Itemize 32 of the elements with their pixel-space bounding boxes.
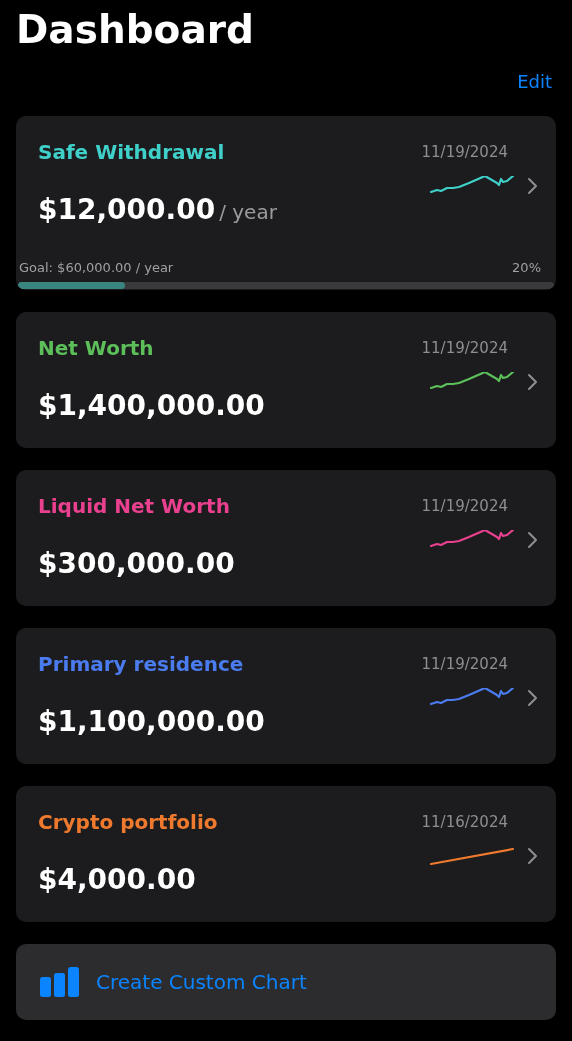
card-title: Crypto portfolio [38, 810, 218, 834]
chart-card[interactable]: Primary residence $1,100,000.00 11/19/2024 [16, 628, 556, 764]
chart-card[interactable]: Safe Withdrawal $12,000.00/ year 11/19/2024 Goal: $60,000.00 / year 20% [16, 116, 556, 290]
chart-card[interactable]: Crypto portfolio $4,000.00 11/16/2024 [16, 786, 556, 922]
unit-label: / year [219, 199, 277, 226]
card-title: Primary residence [38, 652, 244, 676]
card-title: Safe Withdrawal [38, 140, 225, 164]
chevron-right-icon [527, 531, 538, 549]
create-chart-button[interactable]: Create Custom Chart [16, 944, 556, 1020]
chevron-right-icon [527, 689, 538, 707]
card-date: 11/19/2024 [421, 654, 508, 674]
card-value: $1,100,000.00 [38, 704, 265, 740]
card-date: 11/16/2024 [421, 812, 508, 832]
chart-card[interactable]: Liquid Net Worth $300,000.00 11/19/2024 [16, 470, 556, 606]
card-value: $4,000.00 [38, 862, 196, 898]
card-value: $300,000.00 [38, 546, 235, 582]
bar-chart-icon [40, 967, 81, 997]
goal-percent: 20% [512, 260, 541, 276]
card-title: Liquid Net Worth [38, 494, 230, 518]
goal-label: Goal: $60,000.00 / year [19, 260, 174, 276]
card-date: 11/19/2024 [421, 338, 508, 358]
chevron-right-icon [527, 177, 538, 195]
card-value: $1,400,000.00 [38, 388, 265, 424]
card-date: 11/19/2024 [421, 142, 508, 162]
chevron-right-icon [527, 373, 538, 391]
card-value: $12,000.00 [38, 192, 216, 228]
card-date: 11/19/2024 [421, 496, 508, 516]
edit-link[interactable]: Edit [517, 70, 552, 94]
chevron-right-icon [527, 847, 538, 865]
page-title: Dashboard [16, 6, 254, 54]
chart-card[interactable]: Net Worth $1,400,000.00 11/19/2024 [16, 312, 556, 448]
card-title: Net Worth [38, 336, 154, 360]
